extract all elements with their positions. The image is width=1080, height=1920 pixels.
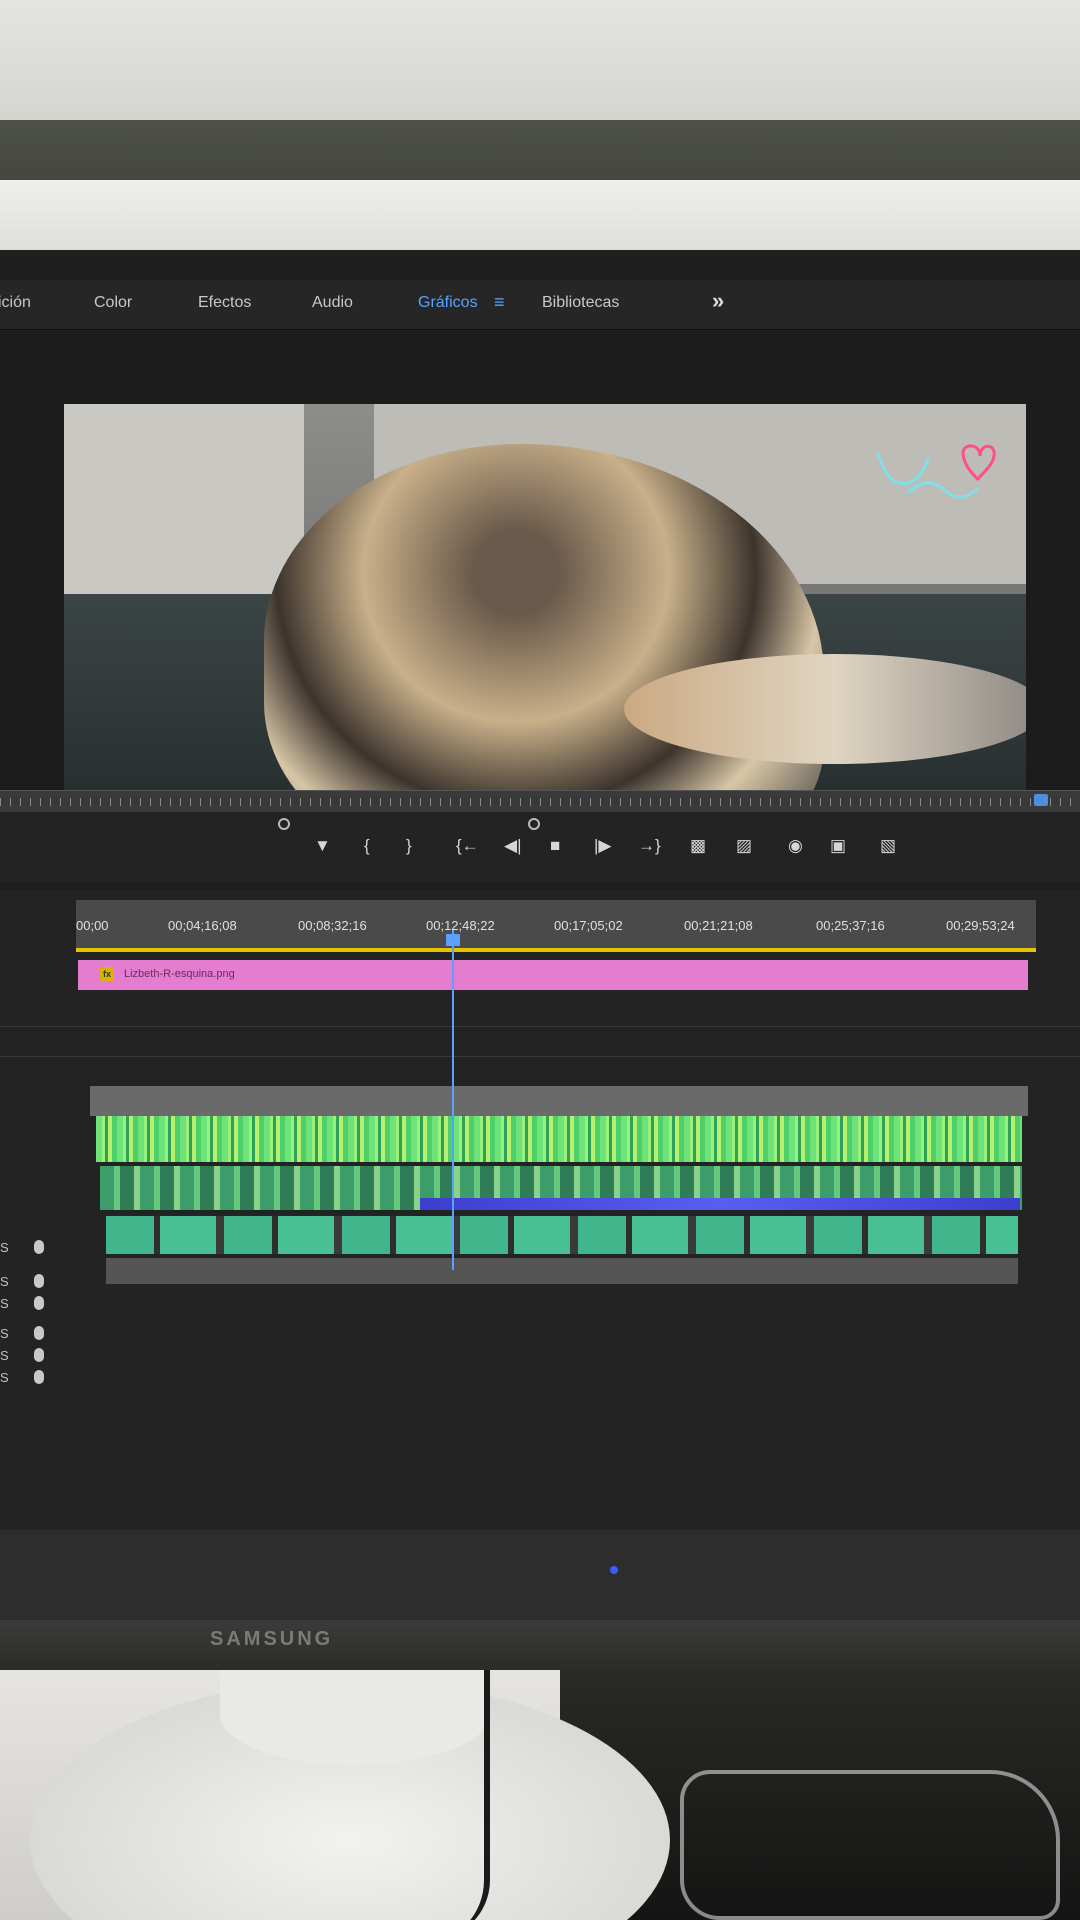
tab-color[interactable]: Color bbox=[94, 294, 132, 312]
solo-toggle[interactable]: S bbox=[0, 1326, 9, 1341]
solo-toggle[interactable]: S bbox=[0, 1274, 9, 1289]
video-wall-left bbox=[64, 404, 304, 594]
timecode-label: 00;25;37;16 bbox=[816, 918, 885, 933]
track-divider bbox=[0, 1026, 1080, 1027]
transport-toolbar: ▼ { } {← ◀| ■ |▶ →} ▩ ▨ ◉ ▣ ▧ bbox=[0, 812, 1080, 882]
compare-view-icon[interactable]: ▣ bbox=[830, 836, 846, 856]
mic-icon[interactable] bbox=[34, 1326, 44, 1340]
export-frame-icon[interactable]: ◉ bbox=[788, 836, 803, 856]
timecode-label: 00;17;05;02 bbox=[554, 918, 623, 933]
solo-toggle[interactable]: S bbox=[0, 1370, 9, 1385]
audio-clips-blue[interactable] bbox=[420, 1198, 1020, 1210]
timecode-label: 00;00 bbox=[76, 918, 109, 933]
stop-icon[interactable]: ■ bbox=[550, 836, 560, 856]
audio-track-headers: S S S S S S bbox=[0, 1240, 60, 1440]
premiere-screen: ición Color Efectos Audio Gráficos ≡ Bib… bbox=[0, 250, 1080, 1620]
mic-icon[interactable] bbox=[34, 1296, 44, 1310]
audio-clips-track-2[interactable] bbox=[106, 1216, 1018, 1254]
multi-view-icon[interactable]: ▧ bbox=[880, 836, 896, 856]
monitor-top-edge bbox=[0, 180, 1080, 260]
mic-icon[interactable] bbox=[34, 1240, 44, 1254]
status-dot bbox=[610, 1566, 618, 1574]
video-frame bbox=[64, 404, 1026, 844]
background-wall bbox=[0, 0, 1080, 130]
video-clips-track[interactable] bbox=[96, 1116, 1022, 1162]
step-back-icon[interactable]: ◀| bbox=[504, 836, 522, 856]
timecode-label: 00;12;48;22 bbox=[426, 918, 495, 933]
workspace-tabs: ición Color Efectos Audio Gráficos ≡ Bib… bbox=[0, 280, 1080, 330]
zoom-handle-right[interactable] bbox=[528, 818, 540, 830]
audio-clips-track-3[interactable] bbox=[106, 1258, 1018, 1284]
playhead-line[interactable] bbox=[452, 930, 454, 1270]
timeline-footer bbox=[0, 1530, 1080, 1620]
tab-graficos[interactable]: Gráficos bbox=[418, 294, 478, 312]
timecode-label: 00;21;21;08 bbox=[684, 918, 753, 933]
hamburger-icon[interactable]: ≡ bbox=[494, 292, 505, 313]
tab-bibliotecas[interactable]: Bibliotecas bbox=[542, 294, 619, 312]
fx-badge: fx bbox=[100, 967, 114, 981]
go-to-in-icon[interactable]: {← bbox=[456, 836, 479, 856]
scrub-out-marker[interactable] bbox=[1034, 794, 1048, 806]
extract-icon[interactable]: ▨ bbox=[736, 836, 752, 856]
tab-audio[interactable]: Audio bbox=[312, 294, 353, 312]
zoom-handle-left[interactable] bbox=[278, 818, 290, 830]
tab-efectos[interactable]: Efectos bbox=[198, 294, 251, 312]
solo-toggle[interactable]: S bbox=[0, 1240, 9, 1255]
solo-toggle[interactable]: S bbox=[0, 1348, 9, 1363]
playhead-handle[interactable] bbox=[446, 934, 460, 946]
timecode-label: 00;08;32;16 bbox=[298, 918, 367, 933]
track-divider bbox=[0, 1056, 1080, 1057]
work-area-bar[interactable] bbox=[76, 948, 1036, 952]
double-chevron-right-icon[interactable]: » bbox=[712, 288, 724, 314]
monitor-brand: SAMSUNG bbox=[210, 1628, 334, 1650]
step-forward-icon[interactable]: |▶ bbox=[594, 836, 612, 856]
mark-out-icon[interactable]: } bbox=[406, 836, 412, 856]
timecode-label: 00;29;53;24 bbox=[946, 918, 1015, 933]
mic-icon[interactable] bbox=[34, 1348, 44, 1362]
video-subject-hair-tail bbox=[624, 654, 1026, 764]
go-to-out-icon[interactable]: →} bbox=[638, 836, 661, 856]
eyeglasses bbox=[680, 1770, 1060, 1920]
video-track-header-band bbox=[90, 1086, 1028, 1116]
add-marker-icon[interactable]: ▼ bbox=[314, 836, 331, 856]
lift-icon[interactable]: ▩ bbox=[690, 836, 706, 856]
mic-icon[interactable] bbox=[34, 1370, 44, 1384]
watermark-logo bbox=[876, 444, 996, 499]
graphic-clip[interactable]: fx Lizbeth-R-esquina.png bbox=[78, 960, 1028, 990]
mark-in-icon[interactable]: { bbox=[364, 836, 370, 856]
mic-icon[interactable] bbox=[34, 1274, 44, 1288]
time-ruler[interactable]: 00;00 00;04;16;08 00;08;32;16 00;12;48;2… bbox=[76, 900, 1036, 952]
clip-label: Lizbeth-R-esquina.png bbox=[124, 968, 235, 980]
solo-toggle[interactable]: S bbox=[0, 1296, 9, 1311]
tab-edicion[interactable]: ición bbox=[0, 294, 31, 312]
scrub-ticks bbox=[0, 798, 1080, 806]
timecode-label: 00;04;16;08 bbox=[168, 918, 237, 933]
program-monitor bbox=[0, 332, 1080, 844]
timeline-panel: 00;00 00;04;16;08 00;08;32;16 00;12;48;2… bbox=[0, 890, 1080, 1620]
monitor-cable bbox=[430, 1660, 490, 1920]
